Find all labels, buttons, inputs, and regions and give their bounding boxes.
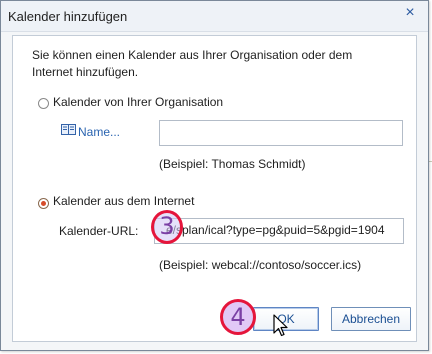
dialog-title: Kalender hinzufügen [8,9,128,24]
intro-text-line-1: Sie können einen Kalender aus Ihrer Orga… [32,48,353,62]
close-icon[interactable]: × [401,4,419,22]
dialog-content: Sie können einen Kalender aus Ihrer Orga… [12,35,417,342]
dialog-titlebar: Kalender hinzufügen × [1,1,428,32]
calendar-url-input[interactable]: e/splan/ical?type=pg&puid=5&pgid=1904 [154,218,404,244]
radio-internet[interactable] [38,198,49,209]
step-4-marker: 4 [220,299,256,335]
url-example: (Beispiel: webcal://contoso/soccer.ics) [159,258,362,272]
intro-text-line-2: Internet hinzufügen. [32,65,139,79]
address-book-icon[interactable] [61,124,76,135]
radio-organization-label[interactable]: Kalender von Ihrer Organisation [53,95,223,109]
name-input[interactable] [159,120,403,146]
url-label: Kalender-URL: [59,224,139,238]
name-link[interactable]: Name... [78,125,120,139]
radio-organization[interactable] [38,98,49,109]
add-calendar-dialog: Kalender hinzufügen × Sie können einen K… [0,0,429,351]
cancel-button[interactable]: Abbrechen [331,307,411,331]
name-example: (Beispiel: Thomas Schmidt) [159,157,306,171]
radio-internet-label[interactable]: Kalender aus dem Internet [53,194,194,208]
mouse-pointer-icon [273,314,288,337]
step-3-marker: 3 [151,210,183,244]
